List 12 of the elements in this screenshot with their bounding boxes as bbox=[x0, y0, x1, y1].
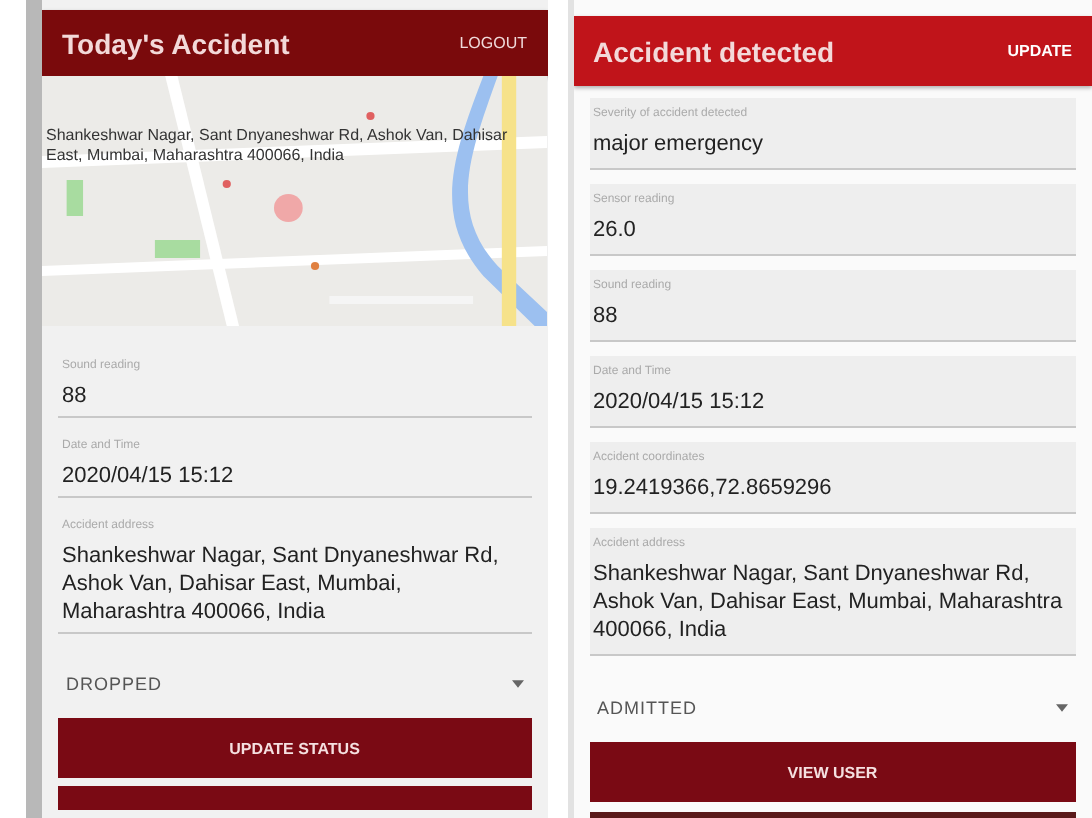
button[interactable] bbox=[58, 786, 531, 810]
status-dropdown[interactable]: DROPPED bbox=[58, 646, 531, 710]
logout-button[interactable]: LOGOUT bbox=[459, 30, 527, 56]
screen-title: Today's Accident bbox=[62, 27, 290, 59]
map-address-label: Shankeshwar Nagar, Sant Dnyaneshwar Rd, Ashok Van, Dahisar East, Mumbai, Maharashtra 400066, India bbox=[46, 126, 510, 166]
status-dropdown[interactable]: ADMITTED bbox=[589, 670, 1076, 734]
view-user-button[interactable]: VIEW USER bbox=[589, 742, 1076, 802]
screen-title: Accident detected bbox=[593, 35, 835, 67]
caret-icon bbox=[1056, 704, 1068, 712]
caret-icon bbox=[511, 680, 523, 688]
update-status-button[interactable]: UPDATE STATUS bbox=[58, 718, 531, 778]
update-button[interactable]: UPDATE bbox=[1007, 38, 1072, 64]
